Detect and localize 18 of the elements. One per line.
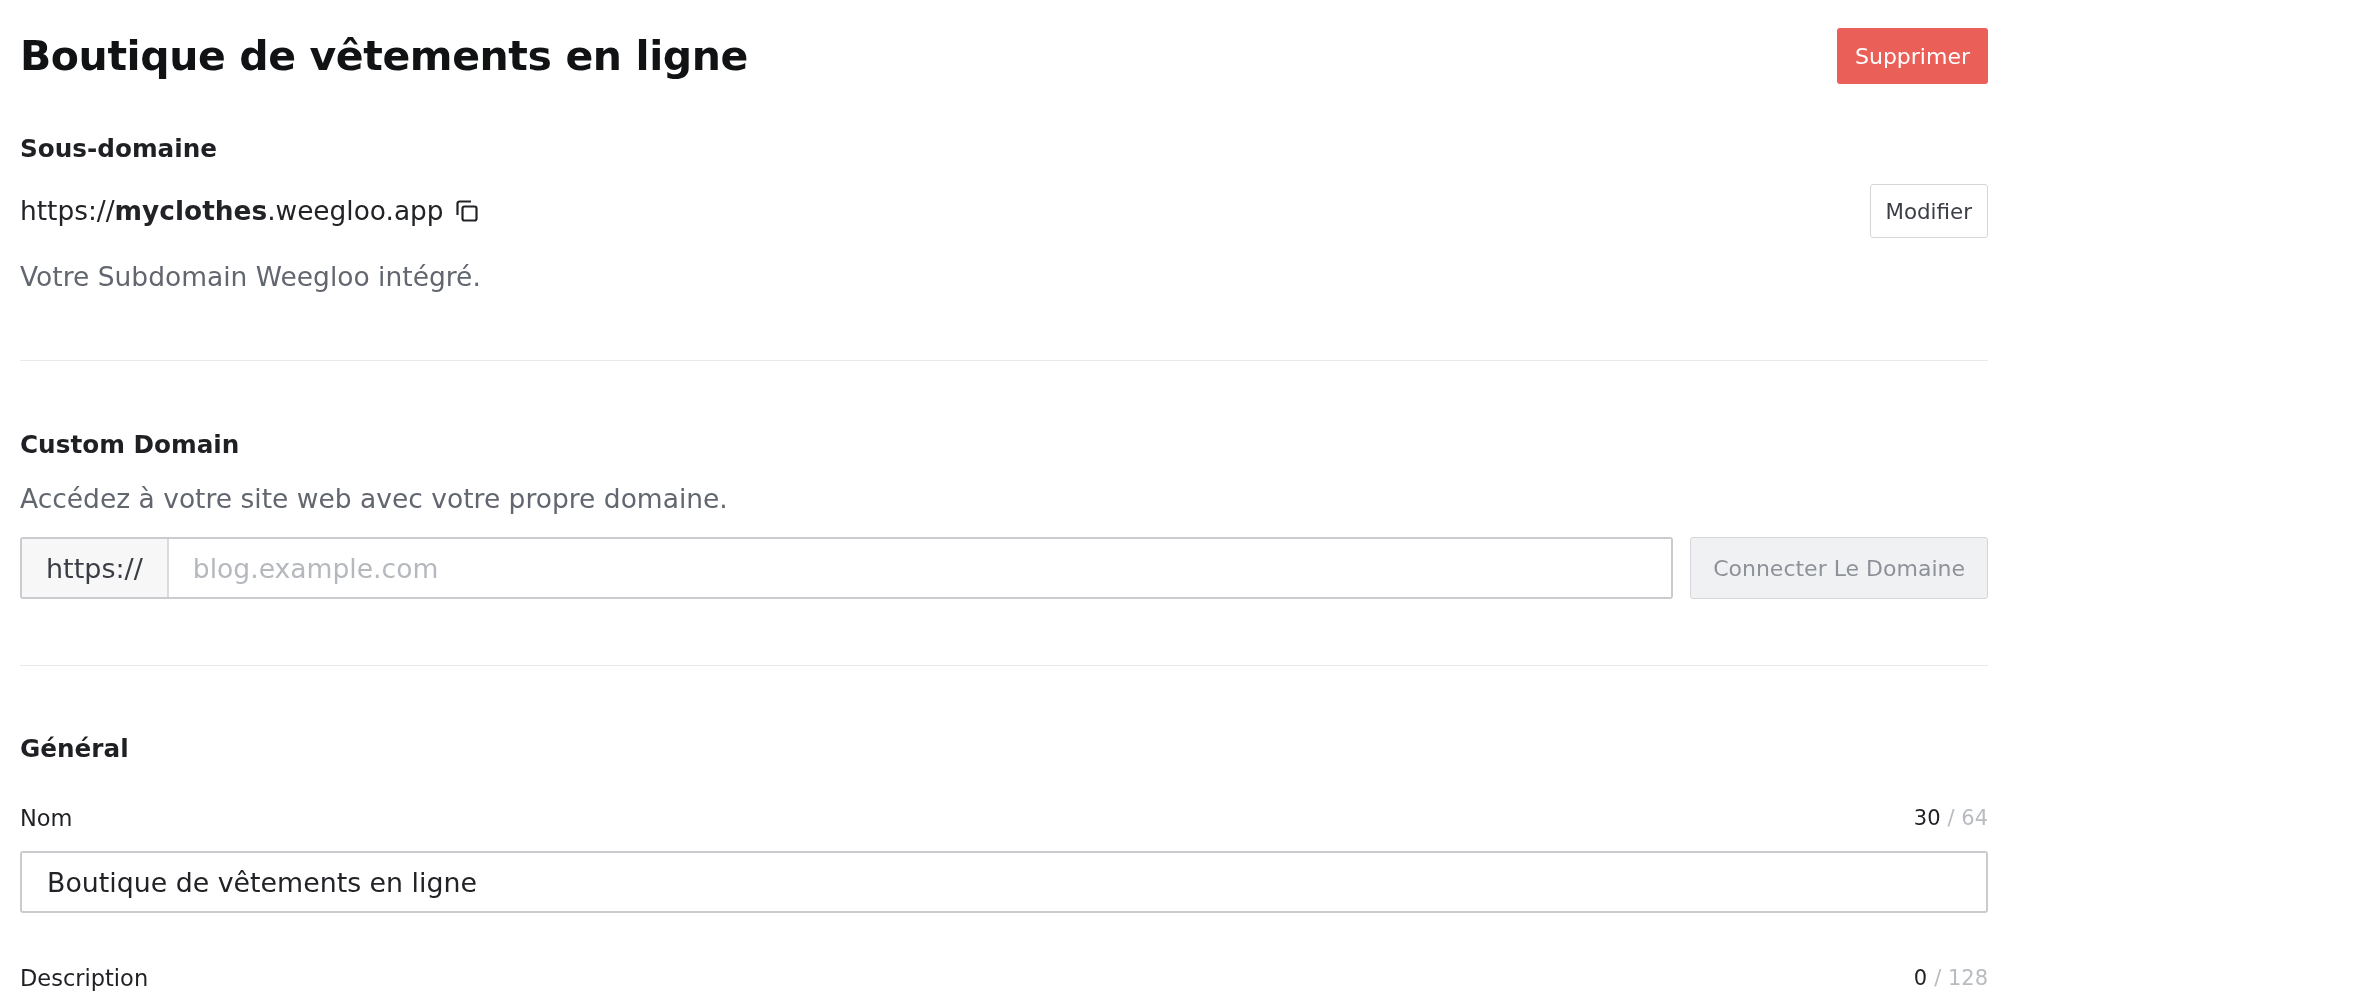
section-heading: Sous-domaine: [20, 133, 219, 165]
page-title: Boutique de vêtements en ligne: [20, 31, 748, 82]
field-label: Nom: [20, 805, 73, 831]
copy-icon[interactable]: [455, 200, 478, 222]
field-label: Description: [20, 965, 149, 991]
help-text: Accédez à votre site web avec votre propre domaine.: [20, 482, 729, 516]
url-prefix: https://: [22, 539, 169, 597]
section-heading: Custom Domain: [20, 429, 241, 461]
edit-button[interactable]: Modifier: [1869, 184, 1988, 238]
character-limit: / 128: [1934, 966, 1988, 990]
help-text: Votre Subdomain Weegloo intégré.: [20, 260, 482, 294]
character-count: 0: [1913, 966, 1928, 990]
character-count: 30: [1913, 806, 1941, 830]
domain-input-field[interactable]: https:// blog.example.com: [20, 537, 1674, 599]
subdomain-url: https://myclothes.weegloo.app: [20, 194, 444, 228]
name-input-field[interactable]: Boutique de vêtements en ligne: [20, 851, 1988, 913]
character-limit: / 64: [1947, 806, 1988, 830]
section-heading: Général: [20, 733, 130, 765]
